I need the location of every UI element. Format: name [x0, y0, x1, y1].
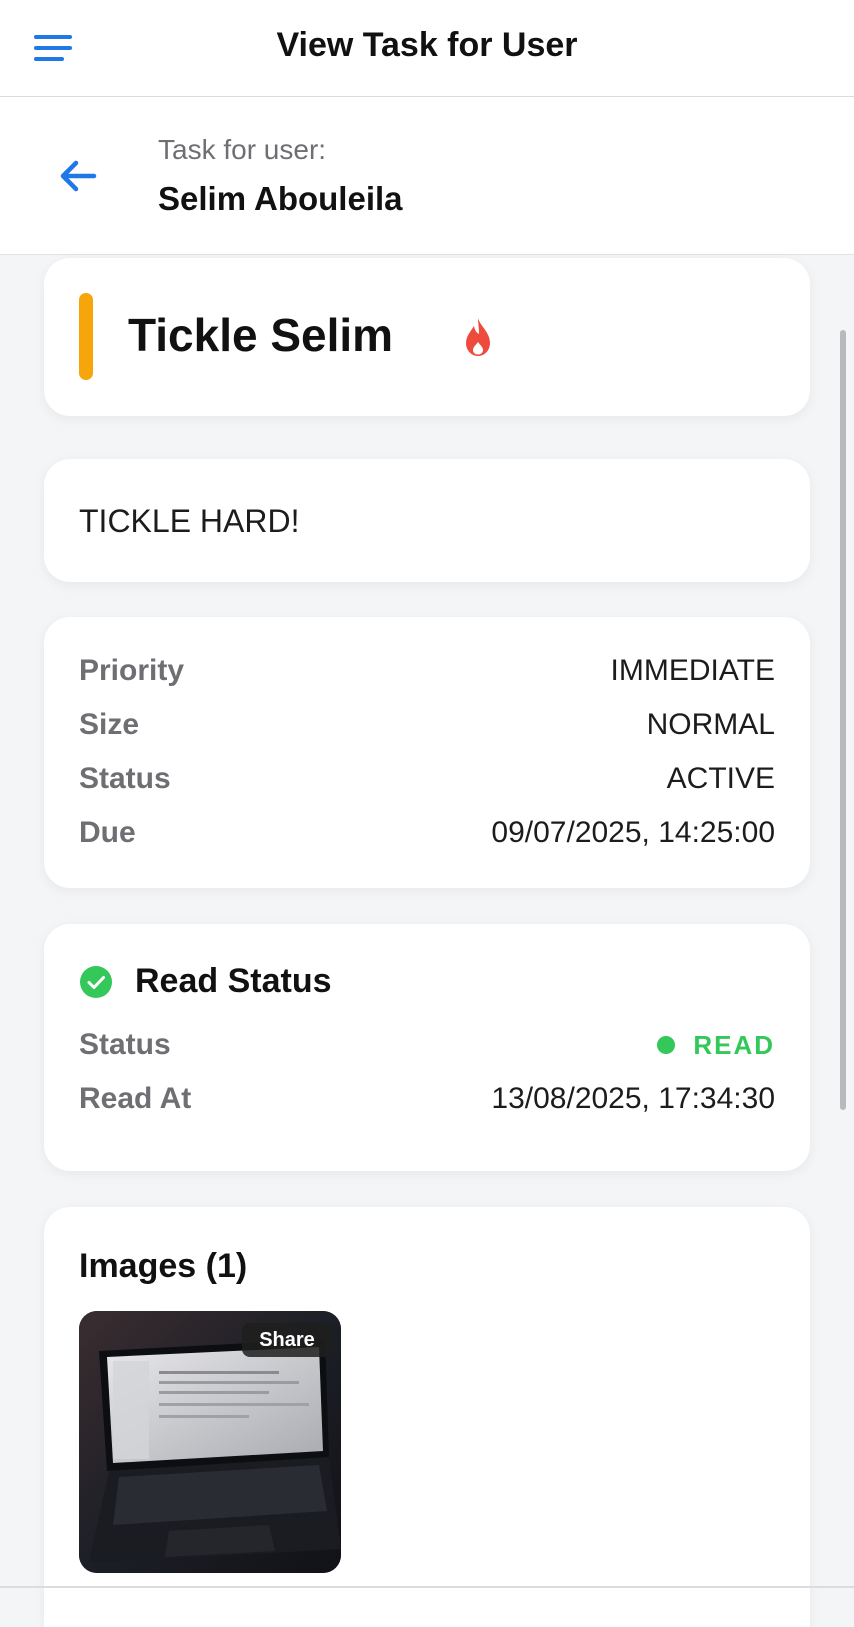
detail-row-priority: Priority IMMEDIATE — [79, 651, 775, 691]
detail-value: NORMAL — [646, 708, 775, 741]
detail-value: IMMEDIATE — [610, 654, 775, 687]
read-status-title: Read Status — [135, 962, 332, 1000]
task-description: TICKLE HARD! — [79, 503, 300, 539]
read-status-badge: READ — [657, 1030, 775, 1061]
read-at-label: Read At — [79, 1082, 192, 1115]
read-at-row: Read At 13/08/2025, 17:34:30 — [79, 1079, 775, 1119]
task-description-card: TICKLE HARD! — [44, 459, 810, 582]
task-details-card: Priority IMMEDIATE Size NORMAL Status AC… — [44, 617, 810, 888]
task-title: Tickle Selim — [128, 309, 394, 361]
status-dot — [657, 1036, 676, 1054]
detail-row-status: Status ACTIVE — [79, 759, 775, 799]
images-card: Images (1) Share — [44, 1207, 810, 1627]
check-circle-icon — [80, 965, 112, 998]
read-status-row: Status READ — [79, 1025, 775, 1065]
detail-row-due: Due 09/07/2025, 14:25:00 — [79, 813, 775, 853]
arrow-left-icon[interactable] — [56, 154, 100, 198]
read-status-value: READ — [693, 1029, 775, 1060]
read-status-card: Read Status Status READ Read At 13/08/20… — [44, 924, 810, 1171]
read-at-value: 13/08/2025, 17:34:30 — [491, 1082, 775, 1115]
detail-label: Status — [79, 762, 171, 795]
detail-label: Priority — [79, 654, 185, 687]
images-title: Images (1) — [79, 1247, 248, 1285]
detail-row-size: Size NORMAL — [79, 705, 775, 745]
task-user-header — [0, 97, 854, 255]
task-for-user-label: Task for user: — [158, 134, 327, 165]
detail-value: ACTIVE — [666, 762, 775, 795]
flame-icon — [466, 318, 490, 356]
assigned-user-name: Selim Abouleila — [158, 180, 403, 217]
priority-accent-bar — [79, 293, 93, 380]
detail-value: 09/07/2025, 14:25:00 — [491, 816, 775, 849]
scrollbar[interactable] — [840, 330, 846, 1110]
detail-label: Due — [79, 816, 136, 849]
task-title-card: Tickle Selim — [44, 258, 810, 416]
bottom-divider — [0, 1586, 854, 1588]
top-app-bar: View Task for User — [0, 0, 854, 97]
page-title: View Task for User — [276, 26, 578, 64]
detail-label: Size — [79, 708, 140, 741]
read-status-header: Read Status — [79, 962, 332, 1001]
read-status-label: Status — [79, 1028, 171, 1061]
image-thumbnail[interactable]: Share — [79, 1311, 341, 1573]
share-button[interactable]: Share — [242, 1323, 332, 1357]
